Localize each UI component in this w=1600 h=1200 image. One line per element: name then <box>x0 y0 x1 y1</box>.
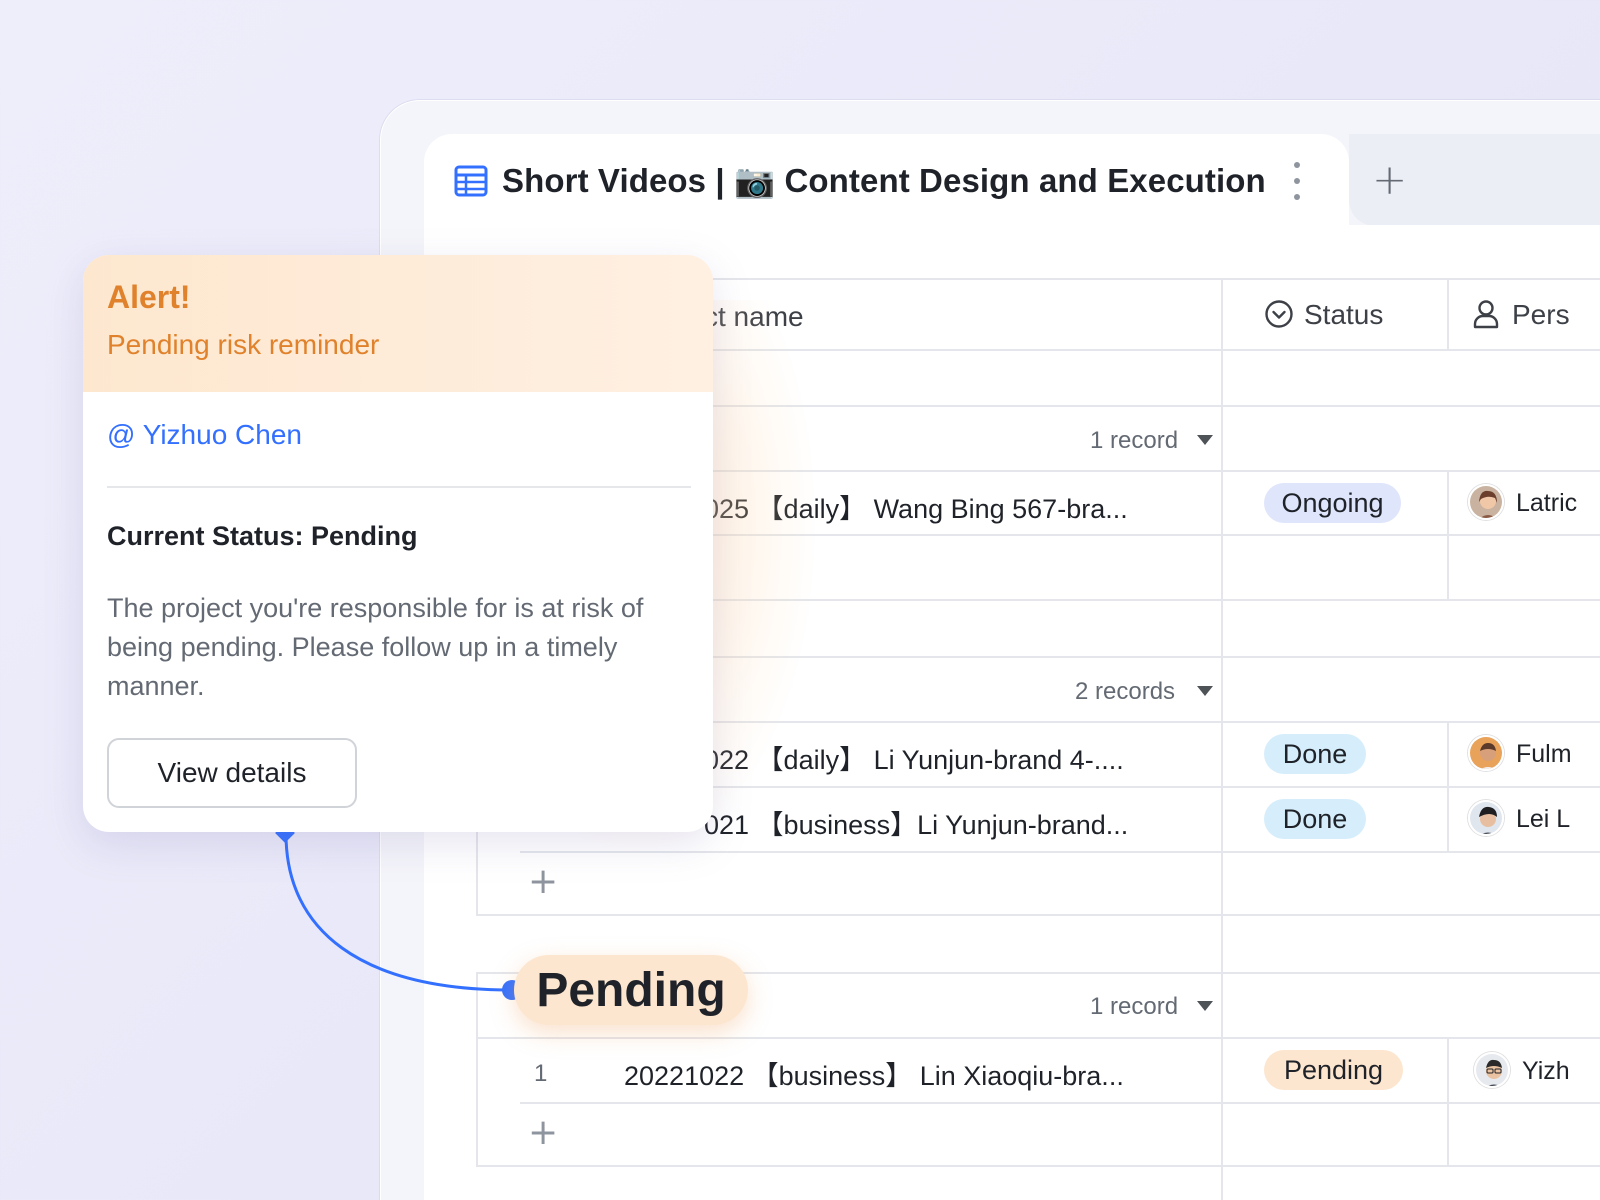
group-record-count: 2 records <box>1075 678 1176 705</box>
row-border <box>520 851 1600 853</box>
record-name[interactable]: 022 【daily】 Li Yunjun-brand 4-.... <box>704 738 1124 777</box>
avatar <box>1474 1052 1510 1088</box>
row-index: 1 <box>534 1060 548 1087</box>
person-name: Lei L <box>1516 805 1571 833</box>
status-badge: Pending <box>1264 1050 1403 1090</box>
tab-title: Short Videos | 📷 Content Design and Exec… <box>502 161 1266 199</box>
avatar <box>1468 735 1504 771</box>
tab-bar: Short Videos | 📷 Content Design and Exec… <box>424 134 1600 274</box>
caret-down-icon[interactable] <box>1197 1001 1213 1011</box>
column-header-status[interactable]: Status <box>1304 299 1383 331</box>
group-record-count: 1 record <box>1090 993 1179 1020</box>
add-tab-button[interactable]: + <box>1372 159 1407 201</box>
avatar <box>1468 484 1504 520</box>
alert-title: Alert! <box>107 279 191 315</box>
person-name: Latric <box>1516 489 1578 517</box>
group-left-border <box>476 972 478 1167</box>
pending-group-label[interactable]: Pending <box>514 955 748 1025</box>
row-border <box>520 1102 1600 1104</box>
person-field-icon <box>1473 300 1499 329</box>
record-name[interactable]: 20221022 【business】 Lin Xiaoqiu-bra... <box>624 1054 1124 1093</box>
alert-message: The project you're responsible for is at… <box>107 593 644 701</box>
add-record-button[interactable]: + <box>528 864 558 900</box>
column-divider <box>1447 278 1449 350</box>
divider <box>107 486 691 488</box>
add-record-button[interactable]: + <box>528 1115 558 1151</box>
record-name[interactable]: 021 【business】Li Yunjun-brand... <box>704 803 1128 842</box>
more-vertical-icon[interactable] <box>1290 162 1304 200</box>
person-name: Fulm <box>1516 740 1572 768</box>
column-header-name[interactable]: ct name <box>704 301 804 333</box>
group-record-count: 1 record <box>1090 427 1179 454</box>
column-header-person[interactable]: Pers <box>1512 299 1570 331</box>
group-bottom-border <box>476 1165 1600 1167</box>
view-details-button[interactable]: View details <box>107 738 357 808</box>
avatar <box>1468 800 1504 836</box>
table-icon <box>454 165 488 197</box>
alert-header: Alert! Pending risk reminder <box>83 255 713 392</box>
record-name[interactable]: 025 【daily】 Wang Bing 567-bra... <box>704 487 1128 526</box>
status-badge: Done <box>1264 799 1366 839</box>
user-mention[interactable]: @ Yizhuo Chen <box>107 419 302 451</box>
status-field-icon <box>1265 300 1293 328</box>
status-badge: Ongoing <box>1264 483 1401 523</box>
group-bottom-border <box>476 914 1600 916</box>
current-status: Current Status: Pending <box>107 521 418 551</box>
row-border <box>476 1037 1600 1039</box>
status-badge: Done <box>1264 734 1366 774</box>
caret-down-icon[interactable] <box>1197 435 1213 445</box>
column-divider <box>1221 278 1223 1200</box>
alert-subtitle: Pending risk reminder <box>107 329 380 360</box>
person-name: Yizh <box>1522 1057 1570 1085</box>
caret-down-icon[interactable] <box>1197 686 1213 696</box>
alert-card: Alert! Pending risk reminder @ Yizhuo Ch… <box>83 255 713 832</box>
